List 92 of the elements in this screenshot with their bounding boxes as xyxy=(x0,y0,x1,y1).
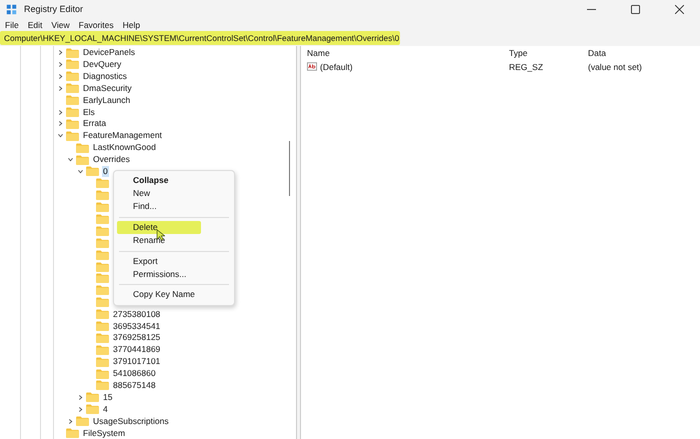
folder-icon xyxy=(66,118,79,129)
chevron-right-icon[interactable] xyxy=(58,110,63,114)
table-cell-text: (value not set) xyxy=(588,62,643,72)
context-menu-item[interactable]: Copy Key Name xyxy=(117,288,231,302)
tree-item[interactable]: EarlyLaunch xyxy=(82,94,132,106)
registry-editor-icon xyxy=(6,4,17,15)
chevron-right-icon[interactable] xyxy=(58,50,63,56)
folder-icon xyxy=(96,321,109,332)
folder-icon xyxy=(96,178,109,188)
tree-item[interactable]: 0 xyxy=(102,166,109,177)
folder-icon xyxy=(86,392,99,402)
close-icon[interactable] xyxy=(675,4,684,14)
folder-icon xyxy=(96,226,109,236)
tree-item[interactable]: LastKnownGood xyxy=(92,142,157,154)
chevron-down-icon[interactable] xyxy=(78,168,83,174)
tree-item[interactable]: 3770441869 xyxy=(112,344,162,356)
folder-icon xyxy=(76,154,89,165)
chevron-down-icon[interactable] xyxy=(58,133,63,138)
table-cell-text: REG_SZ xyxy=(509,62,544,72)
tree-item[interactable]: 2735380108 xyxy=(112,308,162,320)
tree-item[interactable]: 541086860 xyxy=(112,368,157,380)
folder-icon xyxy=(96,309,109,320)
window-title: Registry Editor xyxy=(24,4,84,14)
folder-icon xyxy=(96,202,109,212)
folder-icon xyxy=(66,130,79,141)
folder-icon xyxy=(66,48,79,58)
folder-icon xyxy=(66,71,79,82)
folder-icon xyxy=(96,250,109,260)
folder-icon xyxy=(76,416,89,426)
tree-item[interactable]: 3695334541 xyxy=(112,320,162,332)
column-header[interactable]: Type xyxy=(509,48,588,58)
tree-item[interactable]: FileSystem xyxy=(82,428,126,439)
tree-item[interactable]: 15 xyxy=(102,392,114,403)
tree-item[interactable]: Els xyxy=(82,106,96,118)
folder-icon xyxy=(96,262,109,272)
context-menu-item[interactable]: Export xyxy=(117,254,231,268)
tree-item[interactable]: 4 xyxy=(102,404,109,415)
tree-item[interactable]: Errata xyxy=(82,118,108,130)
context-menu-item[interactable]: Delete xyxy=(117,220,202,234)
folder-icon xyxy=(66,428,79,438)
folder-icon xyxy=(96,214,109,224)
folder-icon xyxy=(96,332,109,343)
context-menu-item[interactable]: Permissions... xyxy=(117,268,231,282)
folder-icon xyxy=(96,190,109,200)
folder-icon xyxy=(96,285,109,296)
string-value-icon xyxy=(307,62,317,72)
folder-icon xyxy=(76,142,89,153)
folder-icon xyxy=(66,95,79,106)
folder-icon xyxy=(66,83,79,94)
folder-icon xyxy=(66,59,79,70)
context-menu-item[interactable]: Collapse xyxy=(117,174,231,187)
chevron-right-icon[interactable] xyxy=(78,406,83,412)
menu-item[interactable]: File xyxy=(5,20,19,30)
tree-item[interactable]: FeatureManagement xyxy=(82,130,163,142)
address-bar[interactable]: Computer\HKEY_LOCAL_MACHINE\SYSTEM\CurrentControlSet\Control\FeatureManagement\Overrides\0 xyxy=(0,30,400,45)
tree-item[interactable]: 885675148 xyxy=(112,380,157,391)
menu-item[interactable]: Help xyxy=(122,20,140,30)
folder-icon xyxy=(96,238,109,248)
menu-item[interactable]: View xyxy=(51,20,70,30)
tree-item[interactable]: Overrides xyxy=(92,154,131,166)
maximize-icon[interactable] xyxy=(631,4,640,14)
chevron-right-icon[interactable] xyxy=(58,121,63,126)
tree-item[interactable]: Diagnostics xyxy=(82,70,128,82)
folder-icon xyxy=(86,166,99,176)
tree-item[interactable]: DmaSecurity xyxy=(82,82,133,94)
tree-item[interactable]: 3791017101 xyxy=(112,356,162,368)
tree-item[interactable]: DevQuery xyxy=(82,58,122,70)
folder-icon xyxy=(86,404,99,414)
tree-item[interactable]: UsageSubscriptions xyxy=(92,416,170,427)
folder-icon xyxy=(96,380,109,390)
menu-item[interactable]: Favorites xyxy=(78,20,114,30)
table-cell: (Default) xyxy=(320,62,353,72)
context-menu-item[interactable]: Rename xyxy=(117,234,231,248)
folder-icon xyxy=(96,297,109,308)
folder-icon xyxy=(96,368,109,379)
context-menu-item[interactable]: New xyxy=(117,187,231,200)
column-header[interactable]: Data xyxy=(588,48,700,58)
context-menu-item[interactable]: Find... xyxy=(117,200,231,214)
folder-icon xyxy=(96,356,109,367)
chevron-right-icon[interactable] xyxy=(58,74,63,79)
chevron-right-icon[interactable] xyxy=(58,62,63,67)
menu-item[interactable]: Edit xyxy=(28,20,42,30)
chevron-right-icon[interactable] xyxy=(58,86,63,91)
tree-item[interactable]: DevicePanels xyxy=(82,47,136,58)
folder-icon xyxy=(96,273,109,284)
folder-icon xyxy=(66,107,79,117)
column-header[interactable]: Name xyxy=(301,48,509,58)
tree-item[interactable]: 3769258125 xyxy=(112,332,162,344)
folder-icon xyxy=(96,344,109,355)
chevron-down-icon[interactable] xyxy=(68,157,73,162)
chevron-right-icon[interactable] xyxy=(78,394,83,400)
chevron-right-icon[interactable] xyxy=(68,418,73,424)
